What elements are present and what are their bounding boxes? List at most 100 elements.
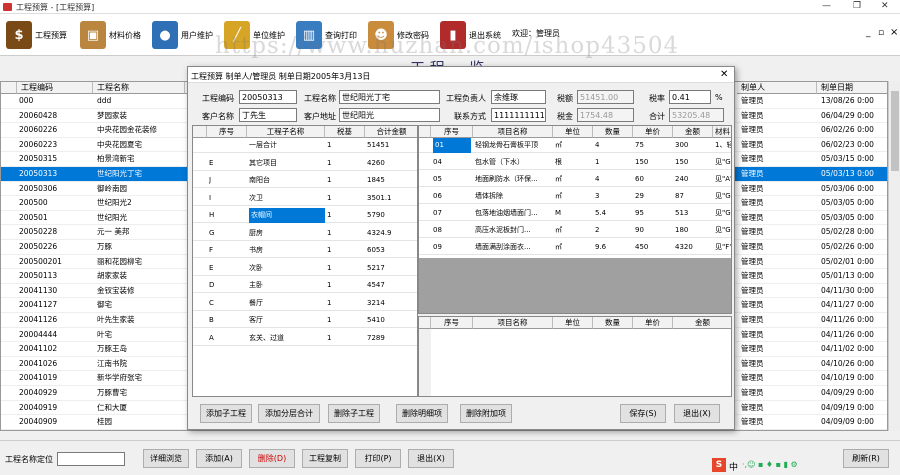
sub-project-row[interactable]: E 其它项目 1 4260: [193, 156, 417, 171]
scrollbar-thumb[interactable]: [891, 91, 899, 171]
sub-project-row[interactable]: A 玄关、过道 1 7289: [193, 331, 417, 346]
dialog-title: 工程预算 制单人/管理员 制单日期2005年3月13日: [191, 72, 371, 81]
item-row[interactable]: 08 高压水泥板封门... ㎡ 2 90 180 见"G": [419, 223, 731, 238]
delete-button[interactable]: 删除(D): [249, 449, 295, 468]
copy-project-button[interactable]: 工程复制: [302, 449, 348, 468]
col-qty[interactable]: 数量: [593, 126, 633, 138]
col-sub-name[interactable]: 工程子名称: [247, 126, 325, 138]
mdi-close-button[interactable]: ×: [890, 27, 898, 38]
sub-project-row[interactable]: G 厨房 1 4324.9: [193, 226, 417, 241]
cell-material: 见"G": [715, 158, 732, 166]
locate-input[interactable]: [57, 452, 125, 466]
mdi-minimize-button[interactable]: _: [866, 28, 871, 38]
cell-code: 20050228: [19, 227, 58, 237]
minimize-button[interactable]: —: [822, 1, 831, 11]
cell-price: 29: [635, 192, 644, 200]
add-floor-total-button[interactable]: 添加分层合计: [258, 404, 320, 423]
col-base[interactable]: 税基: [325, 126, 365, 138]
sub-project-row[interactable]: H 衣帽间 1 5790: [193, 208, 417, 223]
address-field[interactable]: [339, 108, 440, 122]
sub-project-row[interactable]: 一层合计 1 51451: [193, 138, 417, 153]
menu-user-maintenance[interactable]: ● 用户维护: [152, 14, 213, 56]
col-price[interactable]: 单价: [633, 126, 673, 138]
extra-items-table[interactable]: 序号 项目名称 单位 数量 单价 金额: [418, 316, 732, 397]
contact-field[interactable]: [491, 108, 546, 122]
sub-project-row[interactable]: I 次卫 1 3501.1: [193, 191, 417, 206]
manager-field[interactable]: [491, 90, 546, 104]
tax-field: [577, 90, 634, 104]
cell-date: 05/03/13 0:00: [821, 169, 874, 178]
cell-date: 04/10/26 0:00: [821, 358, 874, 368]
restore-button[interactable]: ❐: [853, 1, 861, 11]
cell-sub-name: 玄关、过道: [249, 333, 284, 342]
detail-browse-button[interactable]: 详细浏览: [143, 449, 189, 468]
rate-field[interactable]: [669, 90, 711, 104]
menu-material-price[interactable]: ▣ 材料价格: [80, 14, 141, 56]
item-row[interactable]: 07 包落地油烟墙面门... M 5.4 95 513 见"G": [419, 206, 731, 221]
item-row[interactable]: 05 地面刷防水（环保... ㎡ 4 60 240 见"A": [419, 172, 731, 187]
item-row[interactable]: 01 轻钢龙骨石膏板平顶 ㎡ 4 75 300 1、轻: [419, 138, 731, 153]
cell-item-no: 07: [433, 209, 442, 217]
cell-code: 200500: [19, 198, 48, 208]
save-button[interactable]: 保存(S): [620, 404, 666, 423]
col-header-name[interactable]: 工程名称: [93, 82, 185, 94]
delete-detail-button[interactable]: 删除明细项: [396, 404, 448, 423]
delete-sub-project-button[interactable]: 删除子工程: [328, 404, 380, 423]
grid-scrollbar[interactable]: [888, 81, 900, 431]
sub-project-row[interactable]: E 次卧 1 5217: [193, 261, 417, 276]
mdi-restore-button[interactable]: ▫: [878, 28, 884, 38]
cell-code: 20004444: [19, 329, 58, 339]
cell-maker: 管理员: [741, 256, 764, 266]
address-label: 客户地址: [304, 112, 336, 121]
sub-project-row[interactable]: J 南阳台 1 1845: [193, 173, 417, 188]
col-no[interactable]: 序号: [207, 126, 247, 138]
sub-project-table[interactable]: 序号 工程子名称 税基 合计金额 一层合计 1 51451 E 其它项目 1 4260 J 南阳…: [192, 125, 418, 397]
cell-maker: 管理员: [741, 96, 764, 105]
cell-base: 1: [327, 263, 332, 272]
col-item-no[interactable]: 序号: [431, 126, 473, 138]
cell-no: C: [209, 298, 214, 307]
sub-project-row[interactable]: F 书房 1 6053: [193, 243, 417, 258]
add-sub-project-button[interactable]: 添加子工程: [200, 404, 252, 423]
col-item-amount[interactable]: 金额: [673, 126, 713, 138]
col-header-code[interactable]: 工程编码: [17, 82, 93, 94]
cell-code: 20050306: [19, 183, 58, 193]
col-material[interactable]: 材料: [713, 126, 731, 138]
print-button[interactable]: 打印(P): [355, 449, 401, 468]
menu-project-budget[interactable]: $ 工程预算: [6, 14, 67, 56]
customer-field[interactable]: [239, 108, 297, 122]
col-extra-name[interactable]: 项目名称: [473, 317, 553, 329]
code-field[interactable]: [239, 90, 297, 104]
close-button[interactable]: ✕: [881, 1, 889, 11]
cell-date: 04/09/29 0:00: [821, 388, 874, 397]
col-header-maker[interactable]: 制单人: [737, 82, 817, 94]
cell-no: E: [209, 263, 214, 272]
sub-project-row[interactable]: B 客厅 1 5410: [193, 313, 417, 328]
name-field[interactable]: [339, 90, 440, 104]
col-unit[interactable]: 单位: [553, 126, 593, 138]
sub-project-row[interactable]: C 餐厅 1 3214: [193, 296, 417, 311]
cell-base: 1: [327, 246, 332, 254]
dialog-close-button[interactable]: ✕: [720, 69, 728, 80]
col-extra-qty[interactable]: 数量: [593, 317, 633, 329]
item-row[interactable]: 04 包水管（下水） 根 1 150 150 见"G": [419, 155, 732, 170]
col-header-date[interactable]: 制单日期: [817, 82, 887, 94]
item-row[interactable]: 06 墙体拆除 ㎡ 3 29 87 见"G": [419, 189, 731, 204]
items-table[interactable]: 序号 项目名称 单位 数量 单价 金额 材料 01 轻钢龙骨石膏板平顶㎡ 4 75 30…: [418, 125, 732, 314]
col-item-name[interactable]: 项目名称: [473, 126, 553, 138]
exit-button[interactable]: 退出(X): [408, 449, 454, 468]
user-icon: ●: [152, 21, 178, 49]
cell-base: 1: [327, 281, 332, 289]
cell-code: 20041019: [19, 373, 58, 383]
col-extra-unit[interactable]: 单位: [553, 317, 593, 329]
ime-mode[interactable]: 中: [729, 460, 738, 473]
item-row[interactable]: 09 墙面满刮涂面衣... ㎡ 9.6 450 4320 见"F": [419, 240, 731, 255]
col-amount[interactable]: 合计金额: [365, 126, 417, 138]
sub-project-row[interactable]: D 主卧 1 4547: [193, 278, 417, 293]
dialog-exit-button[interactable]: 退出(X): [674, 404, 720, 423]
delete-extra-button[interactable]: 删除附加项: [460, 404, 512, 423]
col-extra-amount[interactable]: 金额: [673, 317, 731, 329]
col-extra-no[interactable]: 序号: [431, 317, 473, 329]
col-extra-price[interactable]: 单价: [633, 317, 673, 329]
add-button[interactable]: 添加(A): [196, 449, 242, 468]
